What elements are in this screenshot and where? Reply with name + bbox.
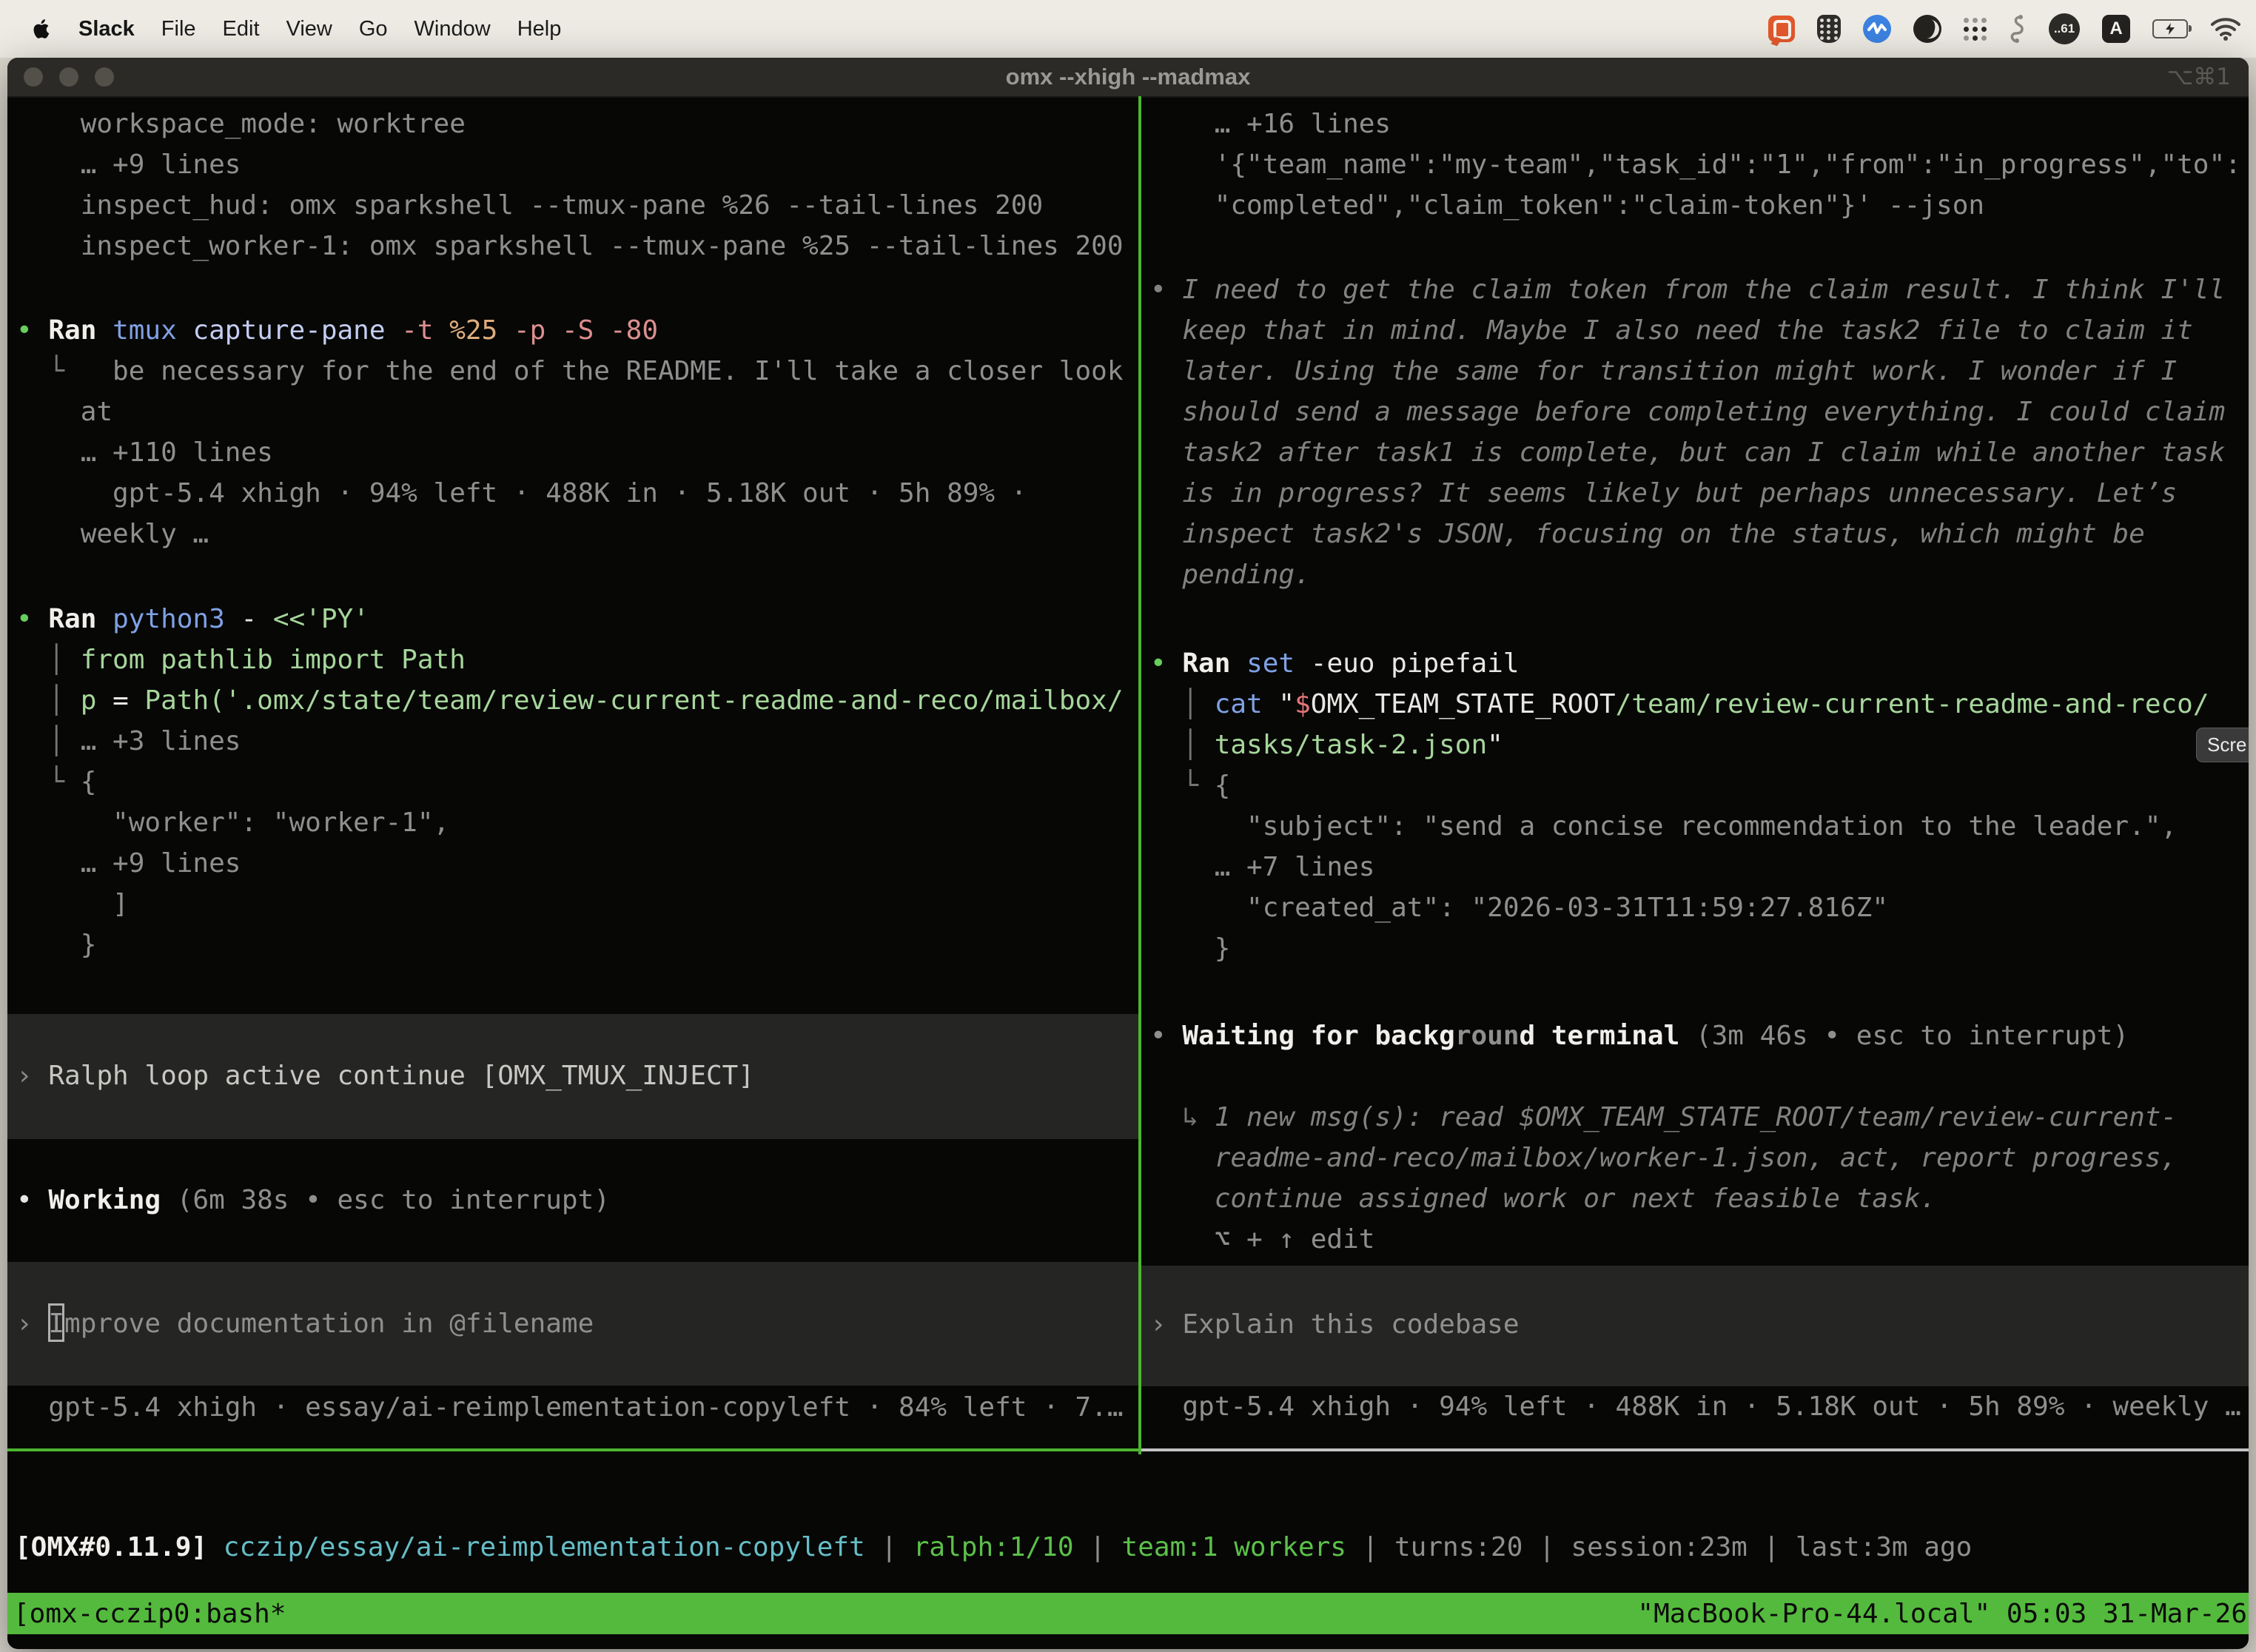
- terminal-row: › Ralph loop active continue [OMX_TMUX_I…: [7, 1055, 1138, 1096]
- terminal-row: │ from pathlib import Path: [7, 639, 1138, 680]
- terminal-row: "worker": "worker-1",: [7, 802, 1138, 843]
- terminal-row: }: [1141, 928, 2249, 969]
- menu-item-view[interactable]: View: [286, 17, 332, 41]
- terminal-block: gpt-5.4 xhigh · 94% left · 488K in · 5.1…: [1141, 1386, 2249, 1427]
- squiggle-icon[interactable]: [2009, 14, 2027, 44]
- terminal-row: … +110 lines: [7, 432, 1138, 473]
- tmux-session-label: [omx-cczip0:bash*: [7, 1599, 286, 1629]
- terminal-row: should send a message before completing …: [1141, 392, 2249, 432]
- terminal-row: … +9 lines: [7, 843, 1138, 884]
- tmux-pane-left[interactable]: workspace_mode: worktree … +9 lines insp…: [7, 96, 1138, 1451]
- terminal-row: "subject": "send a concise recommendatio…: [1141, 806, 2249, 847]
- terminal-row: › Improve documentation in @filename: [7, 1303, 1138, 1344]
- tmux-host-clock: "MacBook-Pro-44.local" 05:03 31-Mar-26: [1637, 1599, 2249, 1629]
- terminal-block: • Ran set -euo pipefail │ cat "$OMX_TEAM…: [1141, 643, 2249, 969]
- title-bar: omx --xhigh --madmax ⌥⌘1: [7, 58, 2249, 98]
- window-title: omx --xhigh --madmax: [7, 64, 2249, 90]
- terminal-row: └ {: [7, 762, 1138, 802]
- screen-tooltip: Scre: [2196, 728, 2249, 762]
- crescent-app-icon[interactable]: [1913, 15, 1941, 43]
- terminal-row: … +16 lines: [1141, 104, 2249, 144]
- terminal-block: workspace_mode: worktree … +9 lines insp…: [7, 104, 1138, 266]
- terminal-row: gpt-5.4 xhigh · 94% left · 488K in · 5.1…: [1141, 1386, 2249, 1427]
- terminal-block: • Ran python3 - <<'PY' │ from pathlib im…: [7, 599, 1138, 965]
- terminal-block: • Working (6m 38s • esc to interrupt): [7, 1180, 1138, 1220]
- terminal-row: weekly …: [7, 514, 1138, 554]
- menu-item-file[interactable]: File: [161, 17, 196, 41]
- terminal-row: task2 after task1 is complete, but can I…: [1141, 432, 2249, 473]
- terminal-block: gpt-5.4 xhigh · essay/ai-reimplementatio…: [7, 1387, 1138, 1428]
- window-shortcut: ⌥⌘1: [2167, 64, 2231, 90]
- terminal-row: └ {: [1141, 765, 2249, 806]
- terminal-row: • Ran set -euo pipefail: [1141, 643, 2249, 684]
- prompt-input-left[interactable]: › Improve documentation in @filename: [7, 1262, 1138, 1386]
- terminal-row: pending.: [1141, 554, 2249, 595]
- chat-app-icon[interactable]: [1768, 16, 1795, 42]
- terminal-row: … +9 lines: [7, 144, 1138, 185]
- terminal-row: keep that in mind. Maybe I also need the…: [1141, 310, 2249, 351]
- terminal-block: • I need to get the claim token from the…: [1141, 269, 2249, 595]
- terminal-row: │ … +3 lines: [7, 721, 1138, 762]
- menu-item-help[interactable]: Help: [517, 17, 562, 41]
- terminal-row: inspect_worker-1: omx sparkshell --tmux-…: [7, 226, 1138, 266]
- terminal-row: … +7 lines: [1141, 847, 2249, 887]
- terminal-row: "created_at": "2026-03-31T11:59:27.816Z": [1141, 887, 2249, 928]
- menu-item-go[interactable]: Go: [359, 17, 388, 41]
- terminal-block: • Ran tmux capture-pane -t %25 -p -S -80…: [7, 310, 1138, 554]
- prompt-input-right[interactable]: › Explain this codebase: [1141, 1266, 2249, 1386]
- terminal-row: workspace_mode: worktree: [7, 104, 1138, 144]
- battery-percent-icon[interactable]: ..61: [2049, 13, 2080, 44]
- terminal-row: ⌥ + ↑ edit: [1141, 1219, 2249, 1260]
- terminal-row: later. Using the same for transition mig…: [1141, 351, 2249, 392]
- tmux-pane-right[interactable]: … +16 lines '{"team_name":"my-team","tas…: [1141, 96, 2249, 1451]
- terminal-row: continue assigned work or next feasible …: [1141, 1178, 2249, 1219]
- terminal-block: … +16 lines '{"team_name":"my-team","tas…: [1141, 104, 2249, 226]
- pane-divider-bottom-left: [7, 1448, 1138, 1451]
- ralph-loop-banner[interactable]: › Ralph loop active continue [OMX_TMUX_I…: [7, 1014, 1138, 1139]
- menu-app-name[interactable]: Slack: [78, 17, 135, 41]
- apple-icon[interactable]: [33, 18, 52, 40]
- terminal-row: }: [7, 924, 1138, 965]
- terminal-row: • Working (6m 38s • esc to interrupt): [7, 1180, 1138, 1220]
- terminal-row: gpt-5.4 xhigh · essay/ai-reimplementatio…: [7, 1387, 1138, 1428]
- menu-items: File Edit View Go Window Help: [161, 17, 562, 41]
- wifi-icon[interactable]: [2210, 17, 2241, 41]
- zigzag-app-icon[interactable]: [1863, 15, 1891, 43]
- dots-grid-icon[interactable]: [1964, 18, 1987, 41]
- terminal-row: • Waiting for background terminal (3m 46…: [1141, 1015, 2249, 1056]
- menu-bar: Slack File Edit View Go Window Help ..61 A: [0, 0, 2256, 58]
- terminal-row: │ cat "$OMX_TEAM_STATE_ROOT/team/review-…: [1141, 684, 2249, 725]
- terminal-row: is in progress? It seems likely but perh…: [1141, 473, 2249, 514]
- terminal-row: • Ran tmux capture-pane -t %25 -p -S -80: [7, 310, 1138, 351]
- grid-shield-icon[interactable]: [1817, 15, 1841, 43]
- terminal-row: › Explain this codebase: [1141, 1304, 2249, 1345]
- terminal-block: • Waiting for background terminal (3m 46…: [1141, 1015, 2249, 1056]
- terminal-block: ↳ 1 new msg(s): read $OMX_TEAM_STATE_ROO…: [1141, 1097, 2249, 1260]
- terminal-row: inspect task2's JSON, focusing on the st…: [1141, 514, 2249, 554]
- menu-item-edit[interactable]: Edit: [223, 17, 260, 41]
- omx-status-line: [OMX#0.11.9] cczip/essay/ai-reimplementa…: [15, 1531, 1972, 1565]
- menu-item-window[interactable]: Window: [414, 17, 491, 41]
- terminal-row: inspect_hud: omx sparkshell --tmux-pane …: [7, 185, 1138, 226]
- input-source-icon[interactable]: A: [2102, 15, 2130, 43]
- terminal-row: readme-and-reco/mailbox/worker-1.json, a…: [1141, 1138, 2249, 1178]
- terminal-row: • I need to get the claim token from the…: [1141, 269, 2249, 310]
- tmux-status-bar: [omx-cczip0:bash* "MacBook-Pro-44.local"…: [7, 1593, 2249, 1634]
- terminal-row: gpt-5.4 xhigh · 94% left · 488K in · 5.1…: [7, 473, 1138, 514]
- terminal-row: ↳ 1 new msg(s): read $OMX_TEAM_STATE_ROO…: [1141, 1097, 2249, 1138]
- terminal-row: │ p = Path('.omx/state/team/review-curre…: [7, 680, 1138, 721]
- terminal-row: ]: [7, 884, 1138, 924]
- battery-icon[interactable]: [2152, 19, 2188, 38]
- terminal-row: │ tasks/task-2.json": [1141, 725, 2249, 765]
- terminal-row: '{"team_name":"my-team","task_id":"1","f…: [1141, 144, 2249, 185]
- terminal-row: └ be necessary for the end of the README…: [7, 351, 1138, 392]
- terminal-row: "completed","claim_token":"claim-token"}…: [1141, 185, 2249, 226]
- terminal-window: omx --xhigh --madmax ⌥⌘1 workspace_mode:…: [7, 58, 2249, 1649]
- terminal-row: at: [7, 392, 1138, 432]
- terminal-row: • Ran python3 - <<'PY': [7, 599, 1138, 639]
- pane-divider-bottom-right: [1141, 1448, 2249, 1451]
